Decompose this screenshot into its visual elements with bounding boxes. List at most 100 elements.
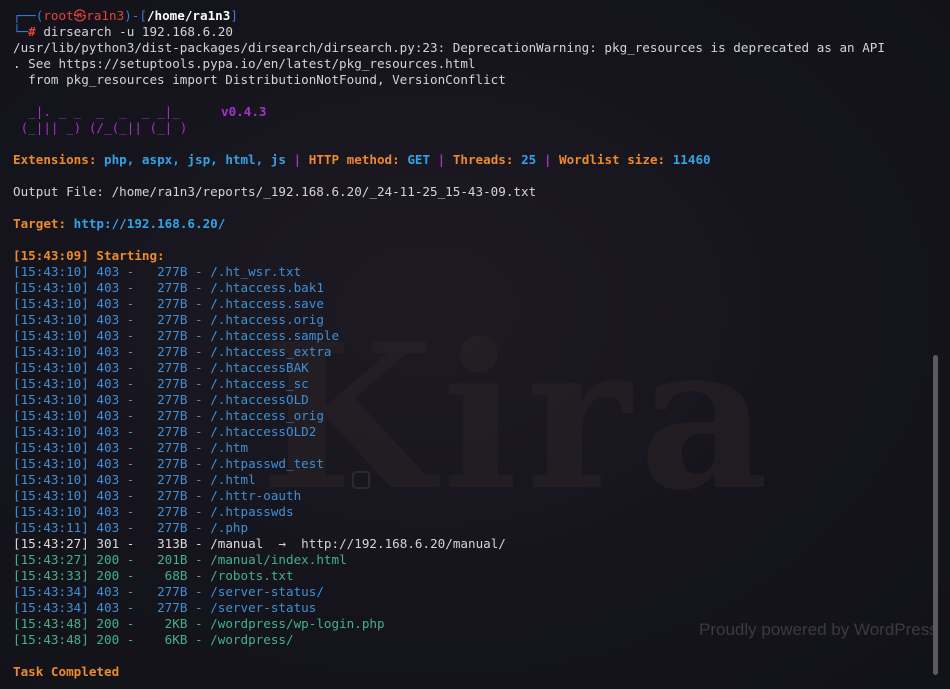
result-row: [15:43:10] 403 - 277B - /.htaccessOLD [13, 392, 309, 407]
result-path: /wordpress/ [210, 632, 294, 647]
result-path: /.htaccessBAK [210, 360, 309, 375]
result-size: 277B [157, 424, 188, 439]
result-size: 277B [157, 472, 188, 487]
result-size: 277B [157, 408, 188, 423]
result-path: /.htaccess.orig [210, 312, 324, 327]
result-timestamp: [15:43:10] [13, 376, 89, 391]
result-size: 277B [157, 296, 188, 311]
result-row: [15:43:10] 403 - 277B - /.htaccess_sc [13, 376, 309, 391]
result-row: [15:43:48] 200 - 6KB - /wordpress/ [13, 632, 294, 647]
terminal-window[interactable]: Kira Proudly powered by WordPress ┌──(ro… [0, 0, 940, 689]
warning-line: /usr/lib/python3/dist-packages/dirsearch… [13, 40, 885, 55]
task-completed-line: Task Completed [13, 664, 120, 679]
result-timestamp: [15:43:33] [13, 568, 89, 583]
result-row: [15:43:10] 403 - 277B - /.htaccess.orig [13, 312, 324, 327]
result-status-code: 403 [96, 600, 120, 615]
result-path: /.php [210, 520, 249, 535]
result-status-code: 403 [96, 360, 120, 375]
result-size: 277B [157, 280, 188, 295]
result-path: /.htpasswd_test [210, 456, 324, 471]
result-size: 277B [157, 328, 188, 343]
result-status-code: 403 [96, 312, 120, 327]
prompt-path: /home/ra1n3 [146, 8, 231, 23]
result-timestamp: [15:43:48] [13, 616, 89, 631]
result-path: /.htaccess_extra [210, 344, 332, 359]
command-text: dirsearch -u 192.168.6.20 [35, 24, 233, 39]
result-status-code: 403 [96, 392, 120, 407]
prompt-user: root㉿ra1n3 [43, 8, 125, 23]
result-path: /server-status/ [210, 584, 324, 599]
result-timestamp: [15:43:10] [13, 392, 89, 407]
result-status-code: 403 [96, 296, 120, 311]
result-row: [15:43:10] 403 - 277B - /.htaccess_orig [13, 408, 324, 423]
result-path: /.htpasswds [210, 504, 294, 519]
result-timestamp: [15:43:10] [13, 312, 89, 327]
result-size: 277B [157, 392, 188, 407]
result-status-code: 200 [96, 568, 120, 583]
result-size: 201B [157, 552, 188, 567]
result-timestamp: [15:43:10] [13, 360, 89, 375]
result-timestamp: [15:43:10] [13, 280, 89, 295]
result-timestamp: [15:43:34] [13, 600, 89, 615]
result-row: [15:43:10] 403 - 277B - /.htaccess.save [13, 296, 324, 311]
prompt-line-top: ┌──(root㉿ra1n3)-[/home/ra1n3] [13, 8, 238, 23]
result-timestamp: [15:43:10] [13, 472, 89, 487]
result-status-code: 403 [96, 408, 120, 423]
result-status-code: 200 [96, 616, 120, 631]
result-path: /manual/index.html [210, 552, 347, 567]
result-status-code: 403 [96, 424, 120, 439]
output-file-line: Output File: /home/ra1n3/reports/_192.16… [13, 184, 537, 199]
result-path: /.httr-oauth [210, 488, 302, 503]
result-size: 277B [157, 520, 188, 535]
result-path: /.ht_wsr.txt [210, 264, 302, 279]
result-row: [15:43:10] 403 - 277B - /.htpasswd_test [13, 456, 324, 471]
result-status-code: 403 [96, 264, 120, 279]
result-path: /server-status [210, 600, 317, 615]
result-size: 277B [157, 488, 188, 503]
result-timestamp: [15:43:27] [13, 552, 89, 567]
result-status-code: 403 [96, 456, 120, 471]
result-status-code: 403 [96, 488, 120, 503]
result-timestamp: [15:43:10] [13, 504, 89, 519]
result-size: 277B [157, 584, 188, 599]
instagram-icon [352, 471, 370, 489]
starting-line: [15:43:09] Starting: [13, 248, 173, 263]
result-status-code: 200 [96, 632, 120, 647]
result-row: [15:43:10] 403 - 277B - /.htaccessBAK [13, 360, 309, 375]
result-status-code: 403 [96, 504, 120, 519]
result-status-code: 403 [96, 584, 120, 599]
result-path: /.htaccess.save [210, 296, 324, 311]
result-size: 6KB [164, 632, 188, 647]
target-line: Target: http://192.168.6.20/ [13, 216, 226, 231]
wallpaper-powered-text: Proudly powered by WordPress [699, 620, 938, 639]
result-row: [15:43:10] 403 - 277B - /.html [13, 472, 256, 487]
result-timestamp: [15:43:10] [13, 328, 89, 343]
target-url: http://192.168.6.20/ [73, 216, 226, 231]
result-timestamp: [15:43:34] [13, 584, 89, 599]
result-timestamp: [15:43:27] [13, 536, 89, 551]
result-timestamp: [15:43:10] [13, 440, 89, 455]
result-timestamp: [15:43:48] [13, 632, 89, 647]
config-line: Extensions: php, aspx, jsp, html, js | H… [13, 152, 711, 167]
result-size: 277B [157, 344, 188, 359]
result-status-code: 403 [96, 280, 120, 295]
result-path: /.htaccessOLD [210, 392, 309, 407]
result-size: 277B [157, 312, 188, 327]
result-row: [15:43:10] 403 - 277B - /.htm [13, 440, 249, 455]
result-timestamp: [15:43:10] [13, 264, 89, 279]
result-row: [15:43:34] 403 - 277B - /server-status/ [13, 584, 324, 599]
scrollbar-thumb[interactable] [933, 355, 938, 675]
result-size: 313B [157, 536, 188, 551]
result-timestamp: [15:43:10] [13, 488, 89, 503]
result-status-code: 403 [96, 376, 120, 391]
result-timestamp: [15:43:11] [13, 520, 89, 535]
result-timestamp: [15:43:10] [13, 296, 89, 311]
result-path: /.htm [210, 440, 249, 455]
result-row: [15:43:11] 403 - 277B - /.php [13, 520, 249, 535]
result-path: /robots.txt [210, 568, 294, 583]
result-row: [15:43:10] 403 - 277B - /.htaccessOLD2 [13, 424, 317, 439]
result-path: /.htaccess_sc [210, 376, 309, 391]
result-size: 277B [157, 600, 188, 615]
result-status-code: 200 [96, 552, 120, 567]
scrollbar[interactable] [930, 0, 940, 689]
